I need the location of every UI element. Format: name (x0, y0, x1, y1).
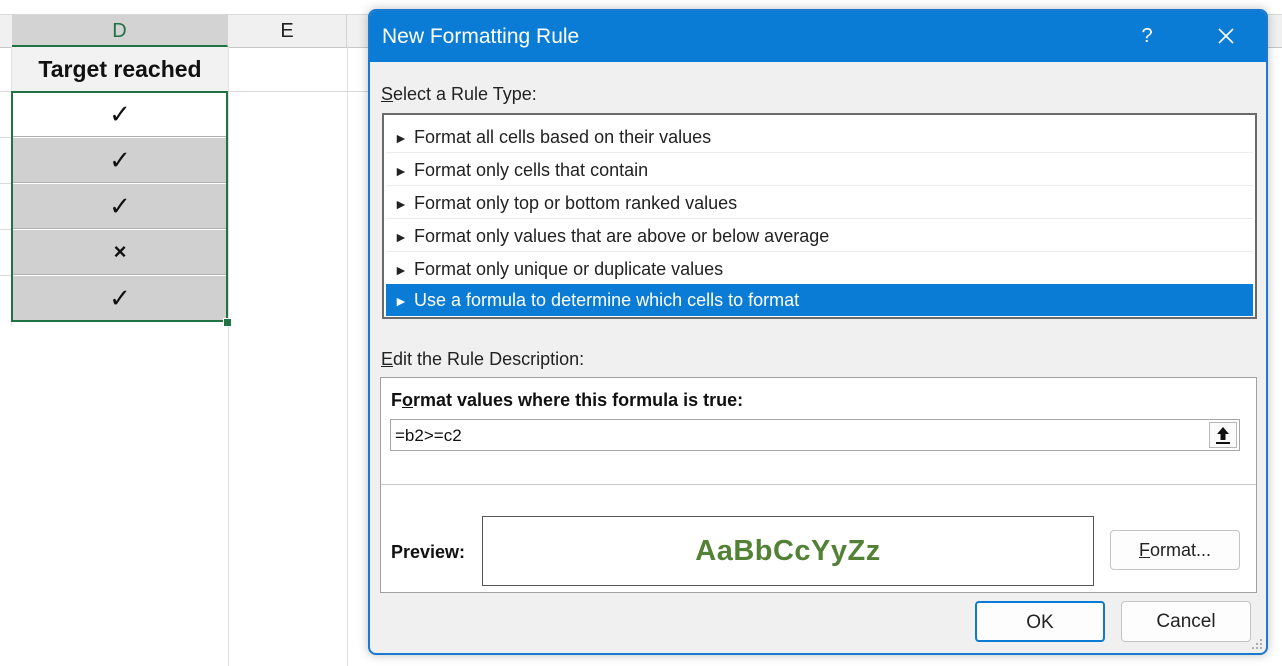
select-rule-type-label: Select a Rule Type: (381, 84, 537, 104)
grid-line (0, 275, 12, 276)
rule-type-item[interactable]: ► Format only values that are above or be… (386, 220, 1253, 252)
rule-type-list[interactable]: ► Format all cells based on their values … (382, 113, 1257, 319)
arrow-right-icon: ► (394, 163, 408, 179)
help-button[interactable]: ? (1132, 21, 1162, 51)
rule-description-panel: Format values where this formula is true… (380, 377, 1257, 593)
grid-line (0, 183, 12, 184)
formula-input[interactable]: =b2>=c2 (390, 419, 1240, 451)
format-button[interactable]: Format... (1110, 530, 1240, 570)
edit-rule-description-label: Edit the Rule Description: (381, 349, 585, 369)
new-formatting-rule-dialog: New Formatting Rule ? Select a Rule Type… (368, 9, 1268, 655)
data-cell[interactable]: ✓ (12, 138, 228, 183)
column-header-e[interactable]: E (228, 15, 347, 47)
data-cell[interactable]: ✓ (12, 184, 228, 229)
formula-label: Format values where this formula is true… (391, 390, 744, 410)
rule-type-item[interactable]: ► Format only cells that contain (386, 154, 1253, 186)
dialog-title: New Formatting Rule (382, 25, 580, 48)
resize-grip-icon[interactable] (1251, 638, 1263, 650)
grid-line (228, 46, 229, 666)
preview-sample: AaBbCcYyZz (482, 516, 1094, 586)
formula-value: =b2>=c2 (395, 426, 462, 445)
arrow-right-icon: ► (394, 229, 408, 245)
divider (381, 484, 1256, 485)
rule-type-item[interactable]: ► Format all cells based on their values (386, 121, 1253, 153)
grid-line (0, 137, 12, 138)
arrow-right-icon: ► (394, 262, 408, 278)
arrow-right-icon: ► (394, 293, 408, 309)
data-cell[interactable]: ✓ (12, 276, 228, 321)
arrow-right-icon: ► (394, 130, 408, 146)
close-button[interactable] (1208, 19, 1244, 53)
rule-type-item-selected[interactable]: ► Use a formula to determine which cells … (386, 284, 1253, 316)
close-icon (1218, 28, 1234, 44)
column-header-d[interactable]: D (12, 15, 228, 47)
collapse-dialog-button[interactable] (1209, 422, 1237, 448)
dialog-titlebar[interactable]: New Formatting Rule ? (370, 11, 1266, 62)
preview-label: Preview: (391, 542, 466, 562)
grid-line (0, 229, 12, 230)
fill-handle[interactable] (223, 318, 232, 327)
cancel-button[interactable]: Cancel (1121, 601, 1251, 642)
rule-type-item[interactable]: ► Format only unique or duplicate values (386, 253, 1253, 285)
grid-line (347, 46, 348, 666)
arrow-right-icon: ► (394, 196, 408, 212)
rule-type-item[interactable]: ► Format only top or bottom ranked values (386, 187, 1253, 219)
ok-button[interactable]: OK (975, 601, 1105, 642)
data-cell[interactable]: ✓ (12, 92, 228, 137)
data-cell[interactable]: × (12, 230, 228, 275)
upload-arrow-icon (1216, 427, 1230, 444)
header-cell-target-reached[interactable]: Target reached (12, 47, 228, 91)
